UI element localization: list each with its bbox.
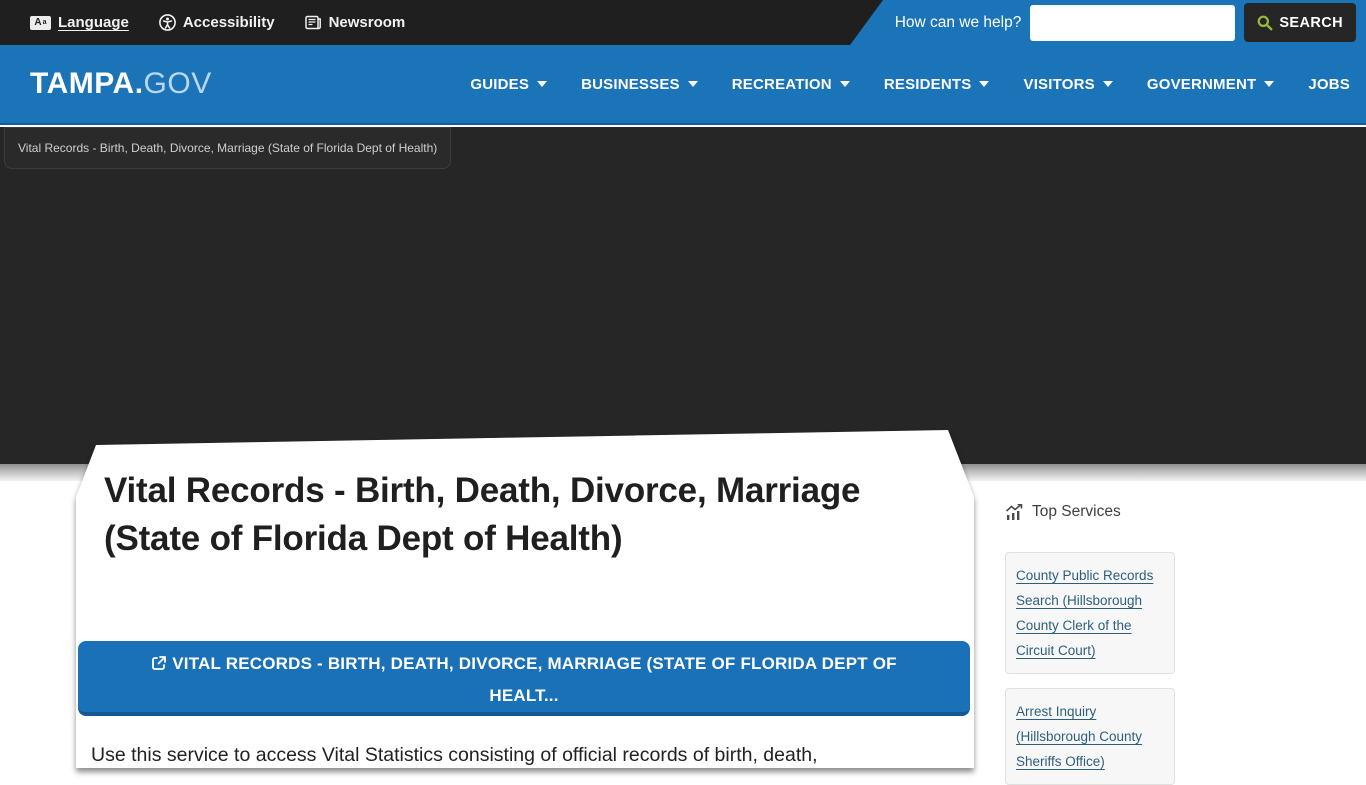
- newsroom-link[interactable]: Newsroom: [305, 14, 406, 31]
- trending-chart-icon: [1005, 504, 1024, 521]
- chevron-down-icon: [1264, 81, 1274, 87]
- external-link-icon: [151, 651, 167, 681]
- utility-links: Aa Language Accessibility Newsro: [30, 0, 405, 45]
- top-service-card: Arrest Inquiry (Hillsborough County Sher…: [1005, 688, 1175, 785]
- nav-item-jobs[interactable]: JOBS: [1308, 76, 1350, 93]
- nav-item-visitors[interactable]: VISITORS: [1023, 76, 1112, 93]
- top-services-sidebar: Top Services County Public Records Searc…: [1005, 503, 1205, 785]
- accessibility-link[interactable]: Accessibility: [159, 14, 275, 31]
- chevron-down-icon: [688, 81, 698, 87]
- translate-icon: Aa: [30, 16, 51, 30]
- top-service-card: County Public Records Search (Hillsborou…: [1005, 552, 1175, 674]
- nav-item-businesses[interactable]: BUSINESSES: [581, 76, 698, 93]
- newsroom-label: Newsroom: [329, 14, 406, 31]
- chevron-down-icon: [979, 81, 989, 87]
- logo-secondary: GOV: [144, 67, 212, 100]
- nav-item-residents[interactable]: RESIDENTS: [884, 76, 990, 93]
- accessibility-icon: [159, 14, 176, 31]
- nav-item-guides[interactable]: GUIDES: [470, 76, 547, 93]
- utility-bar: Aa Language Accessibility Newsro: [0, 0, 1366, 45]
- hero-band: Vital Records - Birth, Death, Divorce, M…: [0, 127, 1366, 464]
- vital-records-service-button-label: VITAL RECORDS - BIRTH, DEATH, DIVORCE, M…: [172, 654, 897, 705]
- top-services-header: Top Services: [1005, 503, 1205, 521]
- nav-item-label: GOVERNMENT: [1147, 76, 1257, 93]
- language-label: Language: [58, 14, 129, 31]
- newsroom-icon: [305, 15, 322, 30]
- nav-item-recreation[interactable]: RECREATION: [732, 76, 850, 93]
- accessibility-label: Accessibility: [183, 14, 275, 31]
- content-card: Vital Records - Birth, Death, Divorce, M…: [76, 425, 974, 768]
- top-services-title: Top Services: [1032, 503, 1121, 521]
- nav-item-label: RECREATION: [732, 76, 832, 93]
- chevron-down-icon: [537, 81, 547, 87]
- search-button-label: SEARCH: [1279, 15, 1343, 31]
- nav-item-label: GUIDES: [470, 76, 529, 93]
- search-input[interactable]: [1030, 5, 1235, 41]
- nav-item-government[interactable]: GOVERNMENT: [1147, 76, 1275, 93]
- arrest-inquiry-link[interactable]: Arrest Inquiry (Hillsborough County Sher…: [1016, 699, 1164, 774]
- vital-records-service-button[interactable]: VITAL RECORDS - BIRTH, DEATH, DIVORCE, M…: [78, 641, 970, 716]
- nav-item-label: RESIDENTS: [884, 76, 972, 93]
- site-search-area: How can we help? SEARCH: [850, 0, 1366, 45]
- chevron-down-icon: [840, 81, 850, 87]
- county-public-records-link[interactable]: County Public Records Search (Hillsborou…: [1016, 563, 1164, 663]
- breadcrumb: Vital Records - Birth, Death, Divorce, M…: [4, 127, 451, 169]
- nav-item-label: JOBS: [1308, 76, 1350, 93]
- nav-item-label: BUSINESSES: [581, 76, 680, 93]
- site-logo[interactable]: TAMPA.GOV: [30, 67, 212, 101]
- chevron-down-icon: [1103, 81, 1113, 87]
- intro-paragraph: Use this service to access Vital Statist…: [91, 741, 961, 769]
- breadcrumb-current: Vital Records - Birth, Death, Divorce, M…: [18, 141, 437, 155]
- search-prompt: How can we help?: [895, 14, 1022, 32]
- search-icon: [1257, 15, 1273, 31]
- nav-menu: GUIDES BUSINESSES RECREATION RESIDENTS V…: [470, 76, 1350, 93]
- search-button[interactable]: SEARCH: [1244, 3, 1356, 42]
- logo-primary: TAMPA.: [30, 67, 144, 100]
- page-title: Vital Records - Birth, Death, Divorce, M…: [104, 467, 874, 563]
- language-link[interactable]: Aa Language: [30, 14, 129, 31]
- nav-item-label: VISITORS: [1023, 76, 1094, 93]
- main-nav: TAMPA.GOV GUIDES BUSINESSES RECREATION R…: [0, 45, 1366, 125]
